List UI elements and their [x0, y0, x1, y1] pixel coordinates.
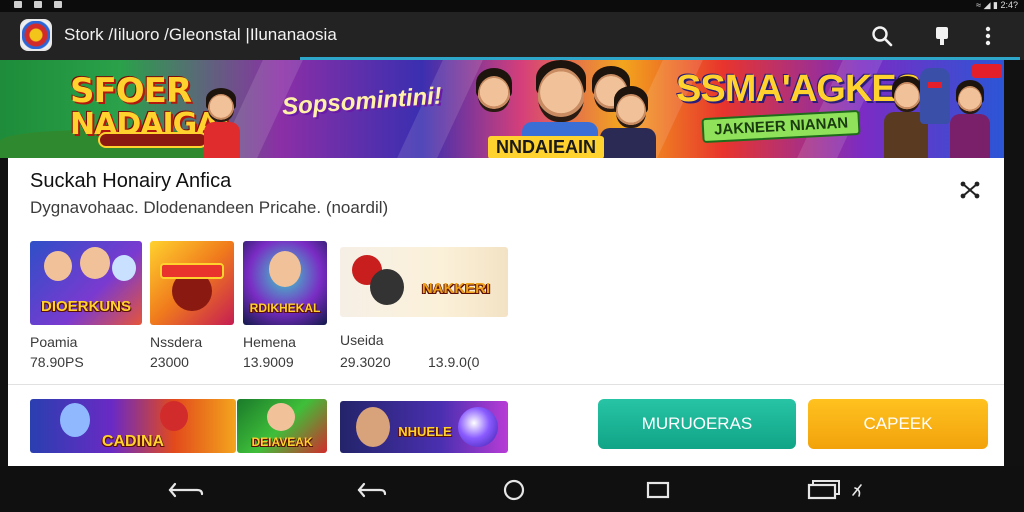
recents-button[interactable]: [638, 476, 678, 504]
app-title: Stork /Iiluoro /Gleonstal |Ilunanaosia: [64, 25, 337, 44]
game-tile-3[interactable]: RDIKHEKAL: [243, 241, 327, 325]
bookmark-button[interactable]: [926, 20, 958, 52]
promo-banner[interactable]: SFOER NADAIGAL Sopsomintini! NNDAIEAIN S…: [0, 60, 1004, 158]
game-price: 13.9009: [243, 354, 294, 370]
banner-center-text: NNDAIEAIN: [488, 136, 605, 158]
banner-logo-ribbon: [98, 132, 208, 148]
more-options-button[interactable]: [972, 20, 1004, 52]
status-indicators: ≈ ◢ ▮ 2:4?: [976, 0, 1018, 10]
back-icon: [168, 482, 204, 498]
notification-icon: [54, 1, 62, 8]
back-button-alt[interactable]: [352, 476, 392, 504]
content-card: Suckah Honairy Anfica Dygnavohaac. Dlode…: [8, 158, 1004, 466]
home-button[interactable]: [494, 476, 534, 504]
multiwindow-button[interactable]: [800, 476, 872, 504]
back-icon: [357, 482, 387, 498]
game-tile-4[interactable]: NAKKERI: [340, 247, 508, 317]
game-tile-title: NAKKERI: [421, 280, 491, 297]
game-tile-5[interactable]: CADINA: [30, 399, 236, 453]
primary-action-button[interactable]: MURUOERAS: [598, 399, 796, 449]
game-tile-title: DIOERKUNS: [40, 298, 131, 315]
game-price: 29.3020: [340, 354, 391, 370]
game-tile-title: NHUELE: [398, 424, 452, 439]
home-circle-icon: [503, 479, 525, 501]
app-bar: Stork /Iiluoro /Gleonstal |Ilunanaosia: [0, 12, 1024, 60]
more-vert-icon: [985, 26, 991, 46]
notification-icon: [14, 1, 22, 8]
multiwindow-icon: [807, 480, 862, 500]
secondary-action-button[interactable]: CAPEEK: [808, 399, 988, 449]
game-price: 13.9.0(0: [428, 354, 480, 370]
game-name[interactable]: Poamia: [30, 334, 77, 350]
game-tile-title: RDIKHEKAL: [249, 301, 321, 315]
game-tile-2[interactable]: [150, 241, 234, 325]
banner-badge: [972, 64, 1002, 78]
game-price: 78.90PS: [30, 354, 84, 370]
notification-icon: [34, 1, 42, 8]
game-tile-title: CADINA: [101, 433, 165, 450]
section-title: Suckah Honairy Anfica: [30, 170, 232, 192]
share-button[interactable]: [958, 178, 982, 202]
navigation-bar: [0, 466, 1024, 512]
back-button[interactable]: [166, 476, 206, 504]
section-subtitle: Dygnavohaac. Dlodenandeen Pricahe. (noar…: [30, 198, 389, 217]
status-bar: ≈ ◢ ▮ 2:4?: [0, 0, 1024, 12]
search-icon: [872, 26, 893, 47]
recents-square-icon: [646, 481, 670, 499]
game-tile-6[interactable]: DEIAVEAK: [237, 399, 327, 453]
game-tile-1[interactable]: DIOERKUNS: [30, 241, 142, 325]
banner-robot: [920, 68, 950, 124]
search-button[interactable]: [866, 20, 898, 52]
game-name[interactable]: Hemena: [243, 334, 296, 350]
app-logo: [20, 19, 52, 51]
game-name[interactable]: Nssdera: [150, 334, 202, 350]
game-tile-title: DEIAVEAK: [251, 435, 313, 449]
bookmark-icon: [936, 27, 948, 45]
share-icon: [960, 181, 980, 199]
game-name[interactable]: Useida: [340, 332, 384, 348]
divider: [8, 384, 1004, 385]
banner-logo-right: SSMA'AGKES: [676, 68, 921, 110]
game-tile-7[interactable]: NHUELE: [340, 401, 508, 453]
game-price: 23000: [150, 354, 189, 370]
